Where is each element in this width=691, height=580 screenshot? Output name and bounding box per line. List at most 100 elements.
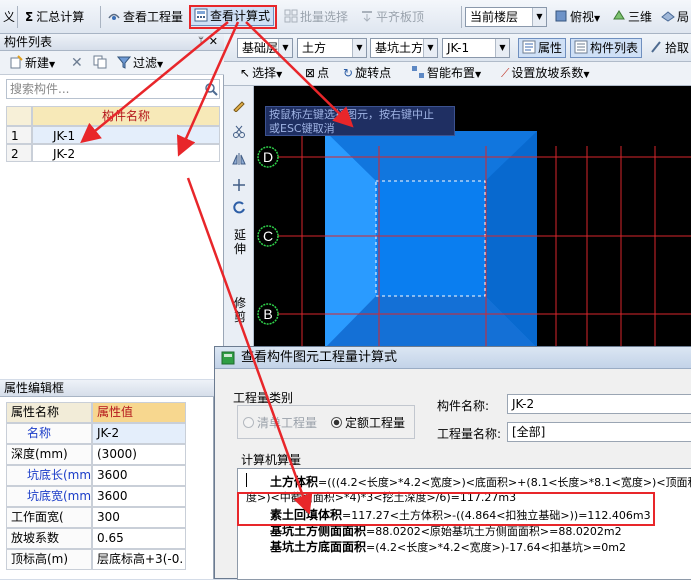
pin-icon[interactable]: ᛘ (198, 34, 204, 50)
property-panel: 属性编辑框 属性名称 属性值 名称 JK-2 深度(mm) (3000) 坑底长(mm)… (0, 380, 214, 579)
property-name: 名称 (6, 423, 92, 444)
sigma-icon: Σ (25, 10, 34, 24)
drawing-canvas[interactable]: D C B 按鼠标左键选择图元，按右键中止 或ESC键取消 (254, 86, 691, 348)
delete-component-button[interactable]: ✕ (68, 53, 86, 73)
list-quantity-radio[interactable]: 清单工程量 (243, 414, 317, 431)
table-row[interactable]: 1 JK-1 (6, 126, 220, 144)
property-row[interactable]: 深度(mm) (3000) (6, 444, 186, 465)
vertical-tool-strip: 延 伸 修 剪 (224, 86, 254, 348)
property-row[interactable]: 坑底长(mm) 3600 (6, 465, 186, 486)
search-icon[interactable] (204, 82, 218, 99)
component-select[interactable]: JK-1 ▼ (442, 38, 510, 58)
component-list-button[interactable]: 构件列表 (570, 38, 643, 58)
partial-view-button[interactable]: 局 (658, 7, 691, 27)
move-icon[interactable] (232, 178, 246, 195)
select-button[interactable]: ↖ 选择▼ (237, 63, 285, 83)
component-search-input[interactable]: 搜索构件... (6, 79, 220, 99)
component-name-label: 构件名称: (437, 399, 490, 413)
property-row[interactable]: 坑底宽(mm) 3600 (6, 486, 186, 507)
set-slope-button[interactable]: ⟋ 设置放坡系数▼ (498, 63, 593, 83)
property-row[interactable]: 放坡系数 0.65 (6, 528, 186, 549)
property-header-row: 属性名称 属性值 (6, 402, 186, 423)
axis-bubble-b: B (257, 303, 279, 325)
component-list-toolbar: 新建▼ ✕ 过滤▼ (0, 51, 224, 75)
property-row[interactable]: 名称 JK-2 (6, 423, 186, 444)
floor-select[interactable]: 当前楼层 ▼ (465, 7, 547, 27)
trim-tool[interactable]: 修 剪 (234, 296, 246, 324)
rotate-icon: ↻ (343, 66, 354, 80)
quota-quantity-radio[interactable]: 定额工程量 (331, 414, 405, 431)
summary-calc-button[interactable]: Σ 汇总计算 (22, 7, 87, 27)
subtype-select[interactable]: 基坑土方 ▼ (370, 38, 438, 58)
smart-layout-icon (411, 65, 425, 79)
row-name[interactable]: JK-1 (32, 126, 220, 144)
formula-line: 基坑土方底面面积=(4.2<长度>*4.2<宽度>)-17.64<扣基坑>=0m… (270, 540, 626, 554)
highlight-box (189, 5, 277, 29)
copy-icon (93, 55, 107, 69)
component-name-field[interactable]: JK-2 (507, 394, 691, 414)
dialog-app-icon (221, 351, 235, 373)
component-table-header: 构件名称 (6, 106, 220, 126)
table-row[interactable]: 2 JK-2 (6, 144, 220, 162)
toolbar-separator (100, 6, 101, 28)
type-select[interactable]: 土方 ▼ (297, 38, 367, 58)
mirror-icon[interactable] (232, 152, 246, 169)
filter-button[interactable]: 过滤▼ (114, 53, 166, 73)
pencil-icon[interactable] (232, 98, 246, 115)
list-icon (574, 40, 588, 54)
property-value[interactable]: JK-2 (92, 423, 186, 444)
close-icon[interactable]: ✕ (209, 34, 218, 50)
view-quantity-button[interactable]: 查看工程量 (104, 7, 186, 27)
property-name: 坑底长(mm) (6, 465, 92, 486)
chevron-down-icon: ▼ (495, 39, 509, 57)
smart-layout-button[interactable]: 智能布置▼ (408, 63, 484, 83)
top-view-button[interactable]: 俯视▼ (551, 7, 603, 27)
draw-toolbar: ↖ 选择▼ ⊠ 点 ↻ 旋转点 智能布置▼ ⟋ 设置放坡系数▼ (224, 62, 691, 86)
component-list-title-bar: 构件列表 ᛘ ✕ (0, 34, 224, 51)
component-list-panel: 构件列表 ᛘ ✕ 新建▼ ✕ 过滤▼ 搜索构件... 构件名称 1 JK-1 2… (0, 34, 224, 379)
property-value[interactable]: 3600 (92, 465, 186, 486)
property-icon (522, 40, 536, 54)
property-name: 深度(mm) (6, 444, 92, 465)
property-name-header: 属性名称 (6, 402, 92, 423)
dialog-title-bar[interactable]: 查看构件图元工程量计算式 (215, 347, 691, 369)
property-name: 放坡系数 (6, 528, 92, 549)
row-index: 1 (6, 126, 32, 144)
property-value[interactable]: 300 (92, 507, 186, 528)
batch-select-icon (284, 9, 298, 23)
property-value[interactable]: 3600 (92, 486, 186, 507)
property-row[interactable]: 工作面宽(300 (6, 507, 186, 528)
chevron-down-icon: ▼ (532, 8, 546, 26)
chevron-down-icon: ▼ (423, 39, 437, 57)
calc-label: 计算机算量 (241, 453, 302, 467)
property-value[interactable]: 层底标高+3(-0. (92, 549, 186, 570)
three-d-button[interactable]: 三维 (609, 7, 655, 27)
pickup-icon (649, 40, 663, 54)
layer-select[interactable]: 基础层 ▼ (237, 38, 293, 58)
scissors-icon[interactable] (232, 124, 246, 141)
property-value[interactable]: (3000) (92, 444, 186, 465)
rotate-icon[interactable] (232, 200, 246, 217)
view-quantity-icon (107, 9, 121, 23)
pickup-button[interactable]: 拾取 (646, 38, 691, 58)
toolbar-item-partial[interactable]: 义 (0, 7, 18, 27)
radio-icon (243, 417, 254, 428)
quantity-name-select[interactable]: [全部] (507, 422, 691, 442)
highlight-box (237, 492, 655, 526)
property-button[interactable]: 属性 (518, 38, 567, 58)
row-index: 2 (6, 144, 32, 162)
copy-component-button[interactable] (90, 53, 112, 73)
rotate-point-button[interactable]: ↻ 旋转点 (340, 63, 394, 83)
new-component-button[interactable]: 新建▼ (6, 53, 58, 73)
property-title-bar: 属性编辑框 (0, 380, 214, 397)
property-value[interactable]: 0.65 (92, 528, 186, 549)
axis-bubble-c: C (257, 225, 279, 247)
toolbar-separator (461, 6, 462, 28)
property-name: 坑底宽(mm) (6, 486, 92, 507)
extend-tool[interactable]: 延 伸 (234, 228, 246, 256)
align-slab-top-button[interactable]: 平齐板顶 (357, 7, 427, 27)
batch-select-button[interactable]: 批量选择 (281, 7, 351, 27)
property-row[interactable]: 顶标高(m) 层底标高+3(-0. (6, 549, 186, 570)
row-name[interactable]: JK-2 (32, 144, 220, 162)
point-button[interactable]: ⊠ 点 (302, 63, 332, 83)
